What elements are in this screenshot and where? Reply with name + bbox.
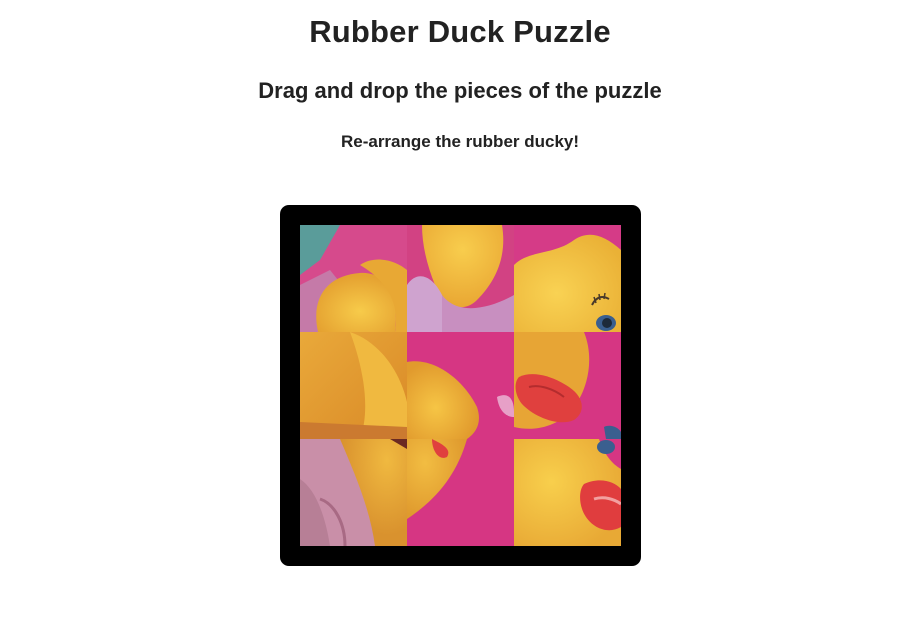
puzzle-piece-2[interactable] [407, 225, 514, 332]
page-title: Rubber Duck Puzzle [309, 14, 611, 49]
duck-piece-image [514, 439, 621, 546]
puzzle-piece-5[interactable] [407, 332, 514, 439]
puzzle-grid [300, 225, 621, 546]
puzzle-piece-9[interactable] [514, 439, 621, 546]
puzzle-piece-4[interactable] [300, 332, 407, 439]
duck-piece-image [407, 439, 514, 546]
puzzle-piece-8[interactable] [407, 439, 514, 546]
duck-piece-image [407, 332, 514, 439]
duck-piece-image [300, 225, 407, 332]
duck-piece-image [514, 332, 621, 439]
duck-piece-image [300, 439, 407, 546]
puzzle-piece-7[interactable] [300, 439, 407, 546]
puzzle-piece-6[interactable] [514, 332, 621, 439]
duck-piece-image [407, 225, 514, 332]
instruction-text: Re-arrange the rubber ducky! [340, 132, 580, 151]
duck-piece-image [300, 332, 407, 439]
puzzle-piece-1[interactable] [300, 225, 407, 332]
puzzle-board [280, 205, 641, 566]
puzzle-piece-3[interactable] [514, 225, 621, 332]
duck-piece-image [514, 225, 621, 332]
page-subtitle: Drag and drop the pieces of the puzzle [258, 78, 662, 103]
